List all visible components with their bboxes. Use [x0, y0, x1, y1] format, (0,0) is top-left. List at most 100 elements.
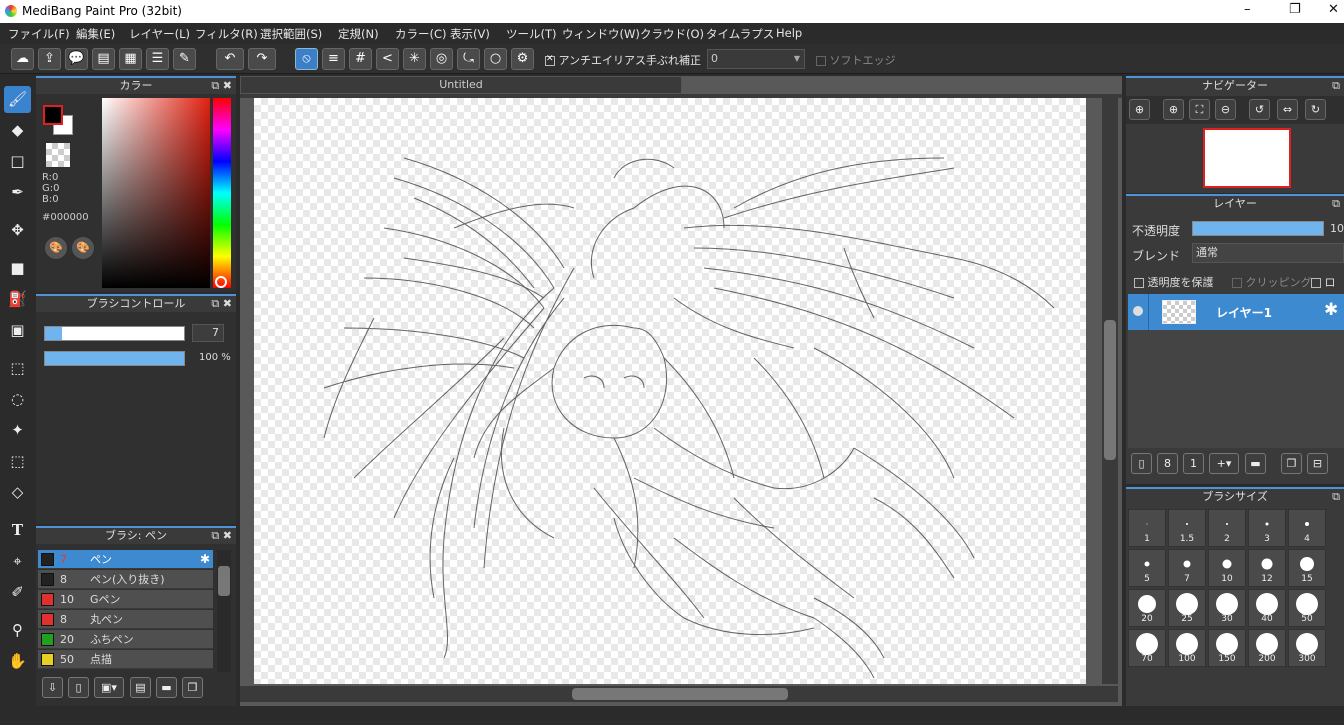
brush-size-cell[interactable]: 40 — [1248, 589, 1286, 627]
folder-icon[interactable]: ▬ — [156, 677, 177, 698]
brush-opacity-slider[interactable] — [44, 351, 185, 366]
fit-screen-icon[interactable]: ⛶ — [1189, 99, 1210, 120]
maximize-button[interactable]: ❐ — [1289, 2, 1301, 17]
duplicate-icon[interactable]: ❐ — [182, 677, 203, 698]
pen-tool-icon[interactable]: ✐ — [4, 579, 31, 606]
grid-snap-icon[interactable]: # — [349, 48, 372, 70]
menu-view[interactable]: 表示(V) — [450, 26, 490, 42]
brush-item[interactable]: 10 Gペン — [38, 590, 213, 609]
cloud-download-icon[interactable]: ⇩ — [42, 677, 63, 698]
popout-close-icon[interactable]: ⧉ ✖ — [211, 528, 232, 544]
hand-tool-icon[interactable]: ✋ — [4, 648, 31, 675]
brush-size-cell[interactable]: 7 — [1168, 549, 1206, 587]
parallel-snap-icon[interactable]: ≡ — [322, 48, 345, 70]
drawing-canvas[interactable] — [254, 98, 1086, 684]
brush-size-cell[interactable]: 2 — [1208, 509, 1246, 547]
zoom-in-icon[interactable]: ⊕ — [1163, 99, 1184, 120]
saturation-value-picker[interactable] — [102, 98, 210, 288]
brush-item[interactable]: 7 ペン ✱ — [38, 550, 213, 569]
new-8bit-layer-icon[interactable]: 8 — [1157, 453, 1178, 474]
blend-select[interactable]: 通常 — [1192, 243, 1344, 263]
hue-slider[interactable] — [213, 98, 231, 288]
zoom-actual-icon[interactable]: ⊕ — [1129, 99, 1150, 120]
brush-item[interactable]: 8 丸ペン — [38, 610, 213, 629]
palette-icon[interactable]: 🎨 — [45, 237, 67, 259]
comment-icon[interactable]: 💬 — [65, 48, 88, 70]
brush-size-cell[interactable]: 1.5 — [1168, 509, 1206, 547]
text-tool-icon[interactable]: T — [4, 517, 31, 544]
select-pen-tool-icon[interactable]: ⬚ — [4, 448, 31, 475]
popout-close-icon[interactable]: ⧉ ✖ — [211, 296, 232, 312]
flip-icon[interactable]: ⇔ — [1277, 99, 1298, 120]
menu-edit[interactable]: 編集(E) — [76, 26, 115, 42]
lock-checkbox[interactable] — [1311, 278, 1321, 288]
brush-size-cell[interactable]: 300 — [1288, 629, 1326, 667]
brush-size-cell[interactable]: 3 — [1248, 509, 1286, 547]
brush-size-cell[interactable]: 1 — [1128, 509, 1166, 547]
lasso-tool-icon[interactable]: ◌ — [4, 386, 31, 413]
shape-tool-icon[interactable]: □ — [4, 148, 31, 175]
new-1bit-layer-icon[interactable]: 1 — [1183, 453, 1204, 474]
select-eraser-tool-icon[interactable]: ◇ — [4, 479, 31, 506]
brush-size-value[interactable]: 7 — [192, 324, 224, 342]
tab-untitled[interactable]: Untitled — [240, 76, 682, 94]
brush-size-cell[interactable]: 70 — [1128, 629, 1166, 667]
brush-tool-icon[interactable]: 🖌 — [4, 86, 31, 113]
select-rect-tool-icon[interactable]: ⬚ — [4, 355, 31, 382]
gear-icon[interactable]: ✱ — [200, 550, 210, 569]
menu-timelapse[interactable]: タイムラプス — [706, 26, 774, 42]
brush-item[interactable]: 20 ふちペン — [38, 630, 213, 649]
eraser-tool-icon[interactable]: ◆ — [4, 117, 31, 144]
menu-window[interactable]: ウィンドウ(W) — [562, 26, 640, 42]
palette-edit-icon[interactable]: 🎨 — [72, 237, 94, 259]
brush-size-cell[interactable]: 5 — [1128, 549, 1166, 587]
upload-icon[interactable]: ⇪ — [38, 48, 61, 70]
move-tool-icon[interactable]: ✥ — [4, 217, 31, 244]
add-brush-menu-icon[interactable]: ▣▾ — [94, 677, 124, 698]
popout-icon[interactable]: ⧉ — [1332, 489, 1340, 505]
layer-folder-icon[interactable]: ▬ — [1245, 453, 1266, 474]
brush-item[interactable]: 8 ペン(入り抜き) — [38, 570, 213, 589]
redo-icon[interactable]: ↷ — [248, 48, 276, 70]
brush-size-cell[interactable]: 150 — [1208, 629, 1246, 667]
gear-icon[interactable]: ✱ — [1324, 300, 1338, 320]
brush-list-scrollbar[interactable] — [217, 550, 231, 672]
menu-selection[interactable]: 選択範囲(S) — [260, 26, 322, 42]
foreground-color-swatch[interactable] — [43, 105, 63, 125]
document-icon[interactable]: ▦ — [119, 48, 142, 70]
menu-cloud[interactable]: クラウド(O) — [640, 26, 704, 42]
menu-filter[interactable]: フィルタ(R) — [195, 26, 258, 42]
gradient-tool-icon[interactable]: ▣ — [4, 317, 31, 344]
circle-snap-icon[interactable]: ○ — [484, 48, 507, 70]
duplicate-layer-icon[interactable]: ❐ — [1281, 453, 1302, 474]
antialias-checkbox[interactable] — [545, 54, 555, 66]
vertical-scrollbar-thumb[interactable] — [1104, 320, 1116, 460]
new-layer-icon[interactable]: ▯ — [1131, 453, 1152, 474]
magic-wand-tool-icon[interactable]: ✦ — [4, 417, 31, 444]
minimize-button[interactable]: – — [1244, 2, 1251, 17]
protect-alpha-checkbox[interactable] — [1134, 278, 1144, 288]
visibility-eye-icon[interactable] — [1133, 306, 1143, 316]
brush-size-cell[interactable]: 10 — [1208, 549, 1246, 587]
layer-opacity-slider[interactable] — [1192, 221, 1324, 236]
brush-size-cell[interactable]: 100 — [1168, 629, 1206, 667]
list-icon[interactable]: ☰ — [146, 48, 169, 70]
menu-help[interactable]: Help — [776, 26, 802, 40]
brush-size-cell[interactable]: 200 — [1248, 629, 1286, 667]
popout-icon[interactable]: ⧉ — [1332, 78, 1340, 94]
vertical-scrollbar[interactable] — [1102, 98, 1118, 684]
horizontal-scrollbar[interactable] — [240, 686, 1118, 702]
cloud-icon[interactable]: ☁ — [11, 48, 34, 70]
brush-size-cell[interactable]: 15 — [1288, 549, 1326, 587]
menu-color[interactable]: カラー(C) — [395, 26, 447, 42]
undo-icon[interactable]: ↶ — [216, 48, 244, 70]
menu-tool[interactable]: ツール(T) — [506, 26, 557, 42]
menu-file[interactable]: ファイル(F) — [8, 26, 70, 42]
rotate-left-icon[interactable]: ↺ — [1249, 99, 1270, 120]
rotate-right-icon[interactable]: ↻ — [1305, 99, 1326, 120]
clipping-checkbox[interactable] — [1232, 278, 1242, 288]
brush-size-cell[interactable]: 4 — [1288, 509, 1326, 547]
snap-off-icon[interactable]: ⦸ — [295, 48, 318, 70]
horizontal-scrollbar-thumb[interactable] — [572, 688, 788, 700]
brush-size-cell[interactable]: 25 — [1168, 589, 1206, 627]
